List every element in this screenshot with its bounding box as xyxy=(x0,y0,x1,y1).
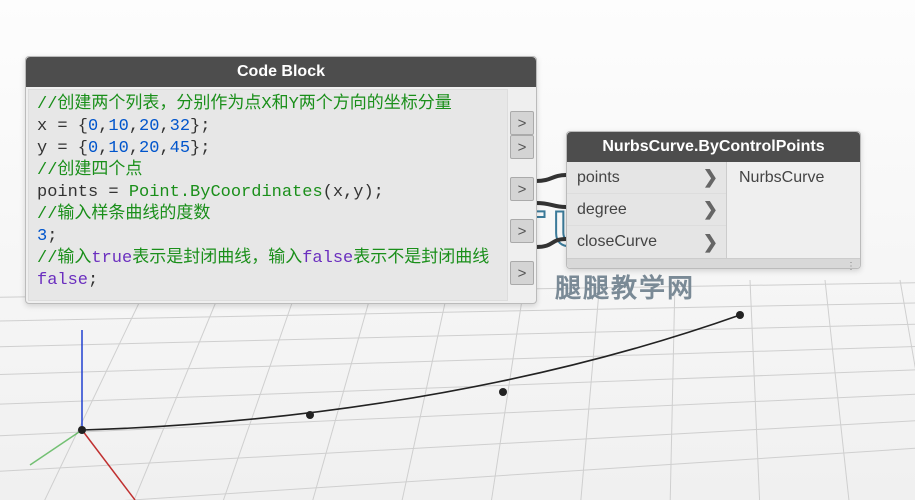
output-port-degree[interactable]: > xyxy=(510,219,534,243)
output-port-close[interactable]: > xyxy=(510,261,534,285)
chevron-right-icon: ❯ xyxy=(703,167,718,188)
input-points[interactable]: points ❯ xyxy=(567,162,726,194)
code-block-title: Code Block xyxy=(26,57,536,87)
output-port-y[interactable]: > xyxy=(510,135,534,159)
nurbs-curve-node[interactable]: NurbsCurve.ByControlPoints points ❯ degr… xyxy=(566,131,861,269)
node-footer: ⋮ xyxy=(567,258,860,268)
output-port-x[interactable]: > xyxy=(510,111,534,135)
nurbs-node-title: NurbsCurve.ByControlPoints xyxy=(567,132,860,162)
resize-grip-icon[interactable]: ⋮ xyxy=(846,261,854,272)
nurbs-outputs: NurbsCurve xyxy=(727,162,860,258)
code-editor[interactable]: //创建两个列表，分别作为点X和Y两个方向的坐标分量 x = {0,10,20,… xyxy=(28,89,508,301)
nurbs-inputs: points ❯ degree ❯ closeCurve ❯ xyxy=(567,162,727,258)
code-block-node[interactable]: Code Block //创建两个列表，分别作为点X和Y两个方向的坐标分量 x … xyxy=(25,56,537,304)
input-close-curve[interactable]: closeCurve ❯ xyxy=(567,226,726,258)
output-port-column: > > > > > xyxy=(510,87,536,303)
chevron-right-icon: ❯ xyxy=(703,232,718,253)
output-port-points[interactable]: > xyxy=(510,177,534,201)
chevron-right-icon: ❯ xyxy=(703,199,718,220)
input-degree[interactable]: degree ❯ xyxy=(567,194,726,226)
output-nurbscurve[interactable]: NurbsCurve xyxy=(727,162,860,194)
